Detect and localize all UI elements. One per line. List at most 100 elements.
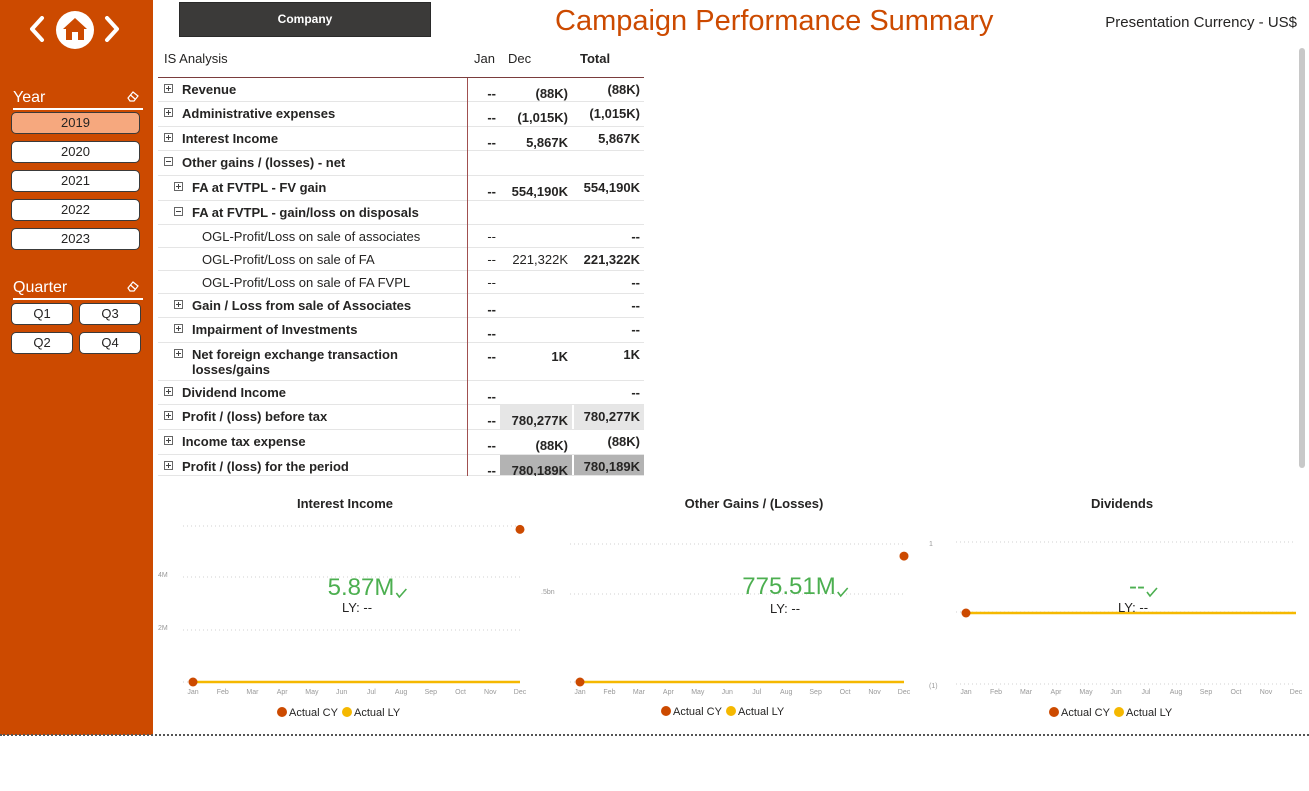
expand-icon[interactable] — [174, 324, 183, 333]
table-row[interactable]: Gain / Loss from sale of Associates -- -- — [158, 294, 644, 318]
expand-icon[interactable] — [164, 133, 173, 142]
expand-icon[interactable] — [164, 84, 173, 93]
year-2021-button[interactable]: 2021 — [11, 170, 140, 192]
expand-icon[interactable] — [164, 387, 173, 396]
column-header-label[interactable]: IS Analysis — [164, 51, 228, 66]
expand-icon[interactable] — [174, 300, 183, 309]
matrix-header: IS Analysis Jan Dec Total — [158, 46, 644, 78]
table-row[interactable]: Income tax expense -- (88K) (88K) — [158, 430, 644, 455]
year-2019-button[interactable]: 2019 — [11, 112, 140, 134]
row-label-text: OGL-Profit/Loss on sale of FA FVPL — [202, 275, 411, 290]
expand-icon[interactable] — [164, 411, 173, 420]
x-tick-label: Aug — [1170, 689, 1183, 696]
cell-dec: (88K) — [500, 78, 572, 101]
table-row[interactable]: Revenue -- (88K) (88K) — [158, 78, 644, 102]
cell-total-value: 5,867K — [598, 131, 640, 146]
cell-jan: -- — [468, 176, 500, 200]
cell-dec: 221,322K — [500, 248, 572, 270]
clear-selection-icon[interactable] — [126, 90, 140, 102]
x-tick-label: Jan — [574, 689, 585, 696]
column-header-total[interactable]: Total — [580, 51, 610, 66]
other-gains-chart: Other Gains / (Losses) .5bn Jan Feb Mar Apr Ma… — [538, 490, 918, 730]
home-icon[interactable] — [55, 10, 95, 50]
is-analysis-matrix: IS Analysis Jan Dec Total Revenue -- (88K)… — [158, 46, 644, 476]
expand-icon[interactable] — [164, 461, 173, 470]
cell-dec — [500, 381, 572, 404]
row-label-text: Interest Income — [182, 131, 279, 146]
year-2023-button[interactable]: 2023 — [11, 228, 140, 250]
x-tick-label: Jul — [752, 689, 761, 696]
row-label: Dividend Income — [182, 385, 286, 400]
cell-jan-value: -- — [487, 326, 496, 341]
table-row[interactable]: Net foreign exchange transaction losses/g… — [158, 343, 644, 381]
table-row[interactable]: OGL-Profit/Loss on sale of FA -- 221,322K 2… — [158, 248, 644, 271]
table-row[interactable]: Interest Income -- 5,867K 5,867K — [158, 127, 644, 151]
quarter-q1-button[interactable]: Q1 — [11, 303, 73, 325]
cell-total: 1K — [574, 343, 644, 380]
quarter-q3-button[interactable]: Q3 — [79, 303, 141, 325]
x-tick-label: Nov — [1260, 689, 1273, 696]
table-row[interactable]: Dividend Income -- -- — [158, 381, 644, 405]
cell-total: -- — [574, 381, 644, 404]
company-button[interactable]: Company — [179, 2, 431, 37]
legend-marker-actual-ly — [1114, 707, 1124, 717]
cell-dec — [500, 225, 572, 247]
table-row[interactable]: Profit / (loss) for the period -- 780,189K… — [158, 455, 644, 476]
legend-marker-actual-cy — [661, 706, 671, 716]
x-tick-label: Apr — [663, 689, 675, 696]
legend-marker-actual-cy — [277, 707, 287, 717]
dividends-chart: Dividends 1 (1) Jan Feb Mar Apr May Jun Jul Aug Sep… — [926, 490, 1309, 730]
table-row[interactable]: FA at FVTPL - FV gain -- 554,190K 554,190K — [158, 176, 644, 201]
column-header-jan[interactable]: Jan — [474, 51, 495, 66]
row-label: Net foreign exchange transaction losses/g… — [192, 347, 398, 377]
x-tick-label: May — [305, 689, 319, 696]
kpi-ly-value: LY: -- — [1118, 600, 1148, 615]
row-label-text: Net foreign exchange transaction — [192, 347, 398, 362]
row-label: Interest Income — [182, 131, 278, 146]
quarter-q2-button[interactable]: Q2 — [11, 332, 73, 354]
clear-selection-icon[interactable] — [126, 280, 140, 292]
cell-jan-value: -- — [487, 413, 496, 428]
expand-icon[interactable] — [174, 182, 183, 191]
cell-total: (88K) — [574, 78, 644, 101]
cell-dec: 780,189K — [500, 455, 572, 476]
collapse-icon[interactable] — [164, 157, 173, 166]
data-point-actual-cy — [515, 524, 525, 534]
chart-title: Dividends — [1091, 496, 1153, 511]
table-row[interactable]: Administrative expenses -- (1,015K) (1,015K… — [158, 102, 644, 127]
collapse-icon[interactable] — [174, 207, 183, 216]
cell-jan: -- — [468, 78, 500, 101]
table-row[interactable]: Profit / (loss) before tax -- 780,277K 780,… — [158, 405, 644, 430]
forward-icon[interactable] — [104, 16, 120, 42]
table-row[interactable]: Other gains / (losses) - net — [158, 151, 644, 176]
legend-label-actual-ly: Actual LY — [354, 707, 401, 719]
currency-label: Presentation Currency - US$ — [1105, 14, 1297, 31]
expand-icon[interactable] — [164, 436, 173, 445]
row-header-divider — [467, 78, 468, 476]
expand-icon[interactable] — [164, 108, 173, 117]
cell-dec: (1,015K) — [500, 102, 572, 126]
table-row[interactable]: OGL-Profit/Loss on sale of FA FVPL -- -- — [158, 271, 644, 294]
data-point-actual-cy — [899, 551, 909, 561]
cell-jan: -- — [468, 430, 500, 454]
x-tick-label: Jul — [367, 689, 376, 696]
cell-jan: -- — [468, 405, 500, 429]
year-2020-button[interactable]: 2020 — [11, 141, 140, 163]
year-2022-button[interactable]: 2022 — [11, 199, 140, 221]
kpi-value: 775.51M — [742, 573, 835, 600]
interest-income-chart: Interest Income 4M 2M Jan Feb Mar Apr May Jun Jul… — [155, 490, 535, 730]
legend-label-actual-cy: Actual CY — [1061, 707, 1111, 719]
row-label: Administrative expenses — [182, 106, 335, 121]
column-header-dec[interactable]: Dec — [508, 51, 531, 66]
back-icon[interactable] — [29, 16, 45, 42]
table-row[interactable]: Impairment of Investments -- -- — [158, 318, 644, 343]
page-scrollbar[interactable] — [1299, 48, 1305, 468]
quarter-q4-button[interactable]: Q4 — [79, 332, 141, 354]
table-row[interactable]: OGL-Profit/Loss on sale of associates -- -… — [158, 225, 644, 248]
expand-icon[interactable] — [174, 349, 183, 358]
row-label-text: Gain / Loss from sale of Associates — [192, 298, 412, 313]
cell-dec — [500, 201, 572, 224]
table-row[interactable]: FA at FVTPL - gain/loss on disposals — [158, 201, 644, 225]
x-tick-label: Jun — [336, 689, 347, 696]
year-slicer-title: Year — [13, 89, 46, 106]
